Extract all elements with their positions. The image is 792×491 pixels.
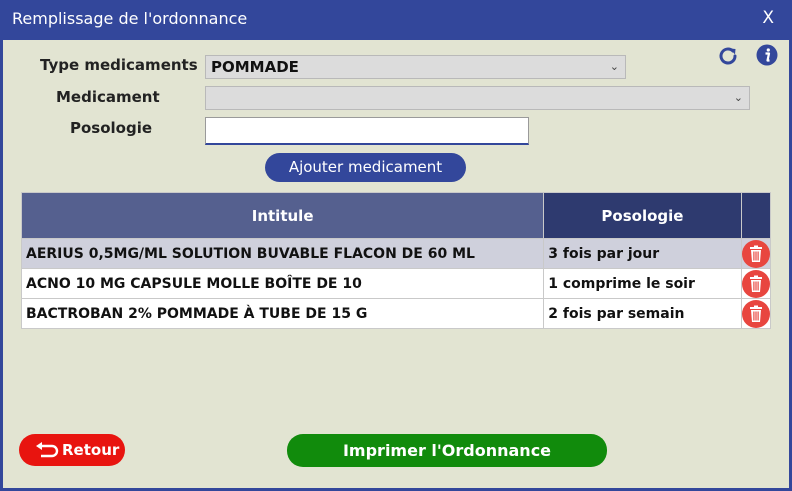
close-button[interactable]: X xyxy=(762,8,774,28)
cell-posologie: 2 fois par semain xyxy=(543,298,742,329)
table-row[interactable]: AERIUS 0,5MG/ML SOLUTION BUVABLE FLACON … xyxy=(20,238,772,269)
delete-cell xyxy=(740,298,772,329)
cell-posologie: 3 fois par jour xyxy=(543,238,742,269)
add-medicament-button[interactable]: Ajouter medicament xyxy=(265,153,466,182)
header-posologie: Posologie xyxy=(543,192,742,239)
header-intitule: Intitule xyxy=(20,192,545,239)
cell-intitule: BACTROBAN 2% POMMADE À TUBE DE 15 G xyxy=(20,298,545,329)
cell-posologie: 1 comprime le soir xyxy=(543,268,742,299)
refresh-icon[interactable] xyxy=(716,44,740,68)
window-border-left xyxy=(0,40,3,491)
trash-icon[interactable] xyxy=(741,269,770,298)
type-medicaments-label: Type medicaments xyxy=(40,56,198,74)
table-header-row: Intitule Posologie xyxy=(20,192,772,239)
medicaments-table: Intitule Posologie AERIUS 0,5MG/ML SOLUT… xyxy=(20,192,772,329)
window-title: Remplissage de l'ordonnance xyxy=(12,9,248,28)
posologie-label: Posologie xyxy=(70,119,153,137)
back-button-label: Retour xyxy=(62,441,120,459)
trash-icon[interactable] xyxy=(741,299,770,328)
back-arrow-icon xyxy=(36,442,59,458)
cell-intitule: AERIUS 0,5MG/ML SOLUTION BUVABLE FLACON … xyxy=(20,238,545,269)
type-medicaments-value: POMMADE xyxy=(211,58,299,76)
medicament-select[interactable]: ⌄ xyxy=(205,86,750,110)
info-icon[interactable] xyxy=(756,44,778,66)
chevron-down-icon: ⌄ xyxy=(609,60,619,73)
title-bar: Remplissage de l'ordonnance X xyxy=(0,0,792,40)
back-button[interactable]: Retour xyxy=(19,434,125,466)
delete-cell xyxy=(740,268,772,299)
type-medicaments-select[interactable]: POMMADE ⌄ xyxy=(205,55,626,79)
medicament-label: Medicament xyxy=(56,88,160,106)
delete-cell xyxy=(740,238,772,269)
posologie-input[interactable] xyxy=(205,117,529,145)
cell-intitule: ACNO 10 MG CAPSULE MOLLE BOÎTE DE 10 xyxy=(20,268,545,299)
table-row[interactable]: ACNO 10 MG CAPSULE MOLLE BOÎTE DE 10 1 c… xyxy=(20,268,772,299)
chevron-down-icon: ⌄ xyxy=(733,91,743,104)
trash-icon[interactable] xyxy=(741,239,770,268)
header-actions xyxy=(740,192,772,239)
print-button[interactable]: Imprimer l'Ordonnance xyxy=(287,434,607,467)
table-row[interactable]: BACTROBAN 2% POMMADE À TUBE DE 15 G 2 fo… xyxy=(20,298,772,329)
